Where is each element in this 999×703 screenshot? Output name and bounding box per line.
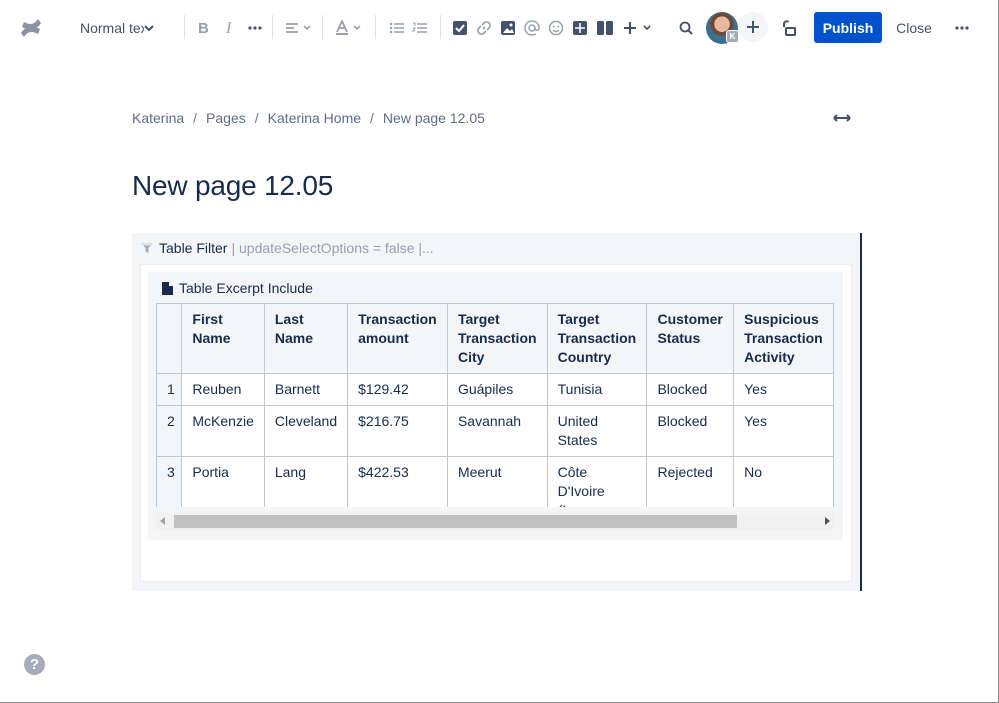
scrollbar-thumb[interactable]: [174, 515, 737, 528]
table-icon[interactable]: [570, 14, 590, 42]
table-cell: Blocked: [646, 373, 735, 406]
numbered-list-icon[interactable]: [410, 14, 430, 42]
table-cell: Meerut: [446, 456, 548, 507]
toolbar-divider: [184, 15, 185, 39]
breadcrumb-separator: /: [370, 110, 374, 126]
table-cell: Yes: [733, 405, 834, 457]
svg-text:I: I: [225, 20, 232, 36]
table-cell: Guápiles: [446, 373, 548, 406]
layouts-icon[interactable]: [594, 14, 616, 42]
table-row[interactable]: 1 Reuben Barnett $129.42 Guápiles Tunisi…: [156, 373, 834, 406]
data-table: First Name Last Name Transaction amount …: [156, 303, 834, 507]
breadcrumb-separator: /: [254, 110, 259, 126]
filter-icon: [141, 243, 153, 253]
table-cell: Rejected: [646, 456, 735, 507]
column-header[interactable]: First Name: [181, 303, 265, 374]
align-icon[interactable]: [284, 14, 314, 42]
breadcrumb-item-current[interactable]: New page 12.05: [383, 110, 485, 126]
table-cell: Yes: [733, 373, 834, 406]
confluence-logo-icon[interactable]: [18, 15, 44, 41]
bold-icon[interactable]: B: [194, 14, 214, 42]
horizontal-scrollbar[interactable]: [156, 513, 834, 530]
table-filter-header: Table Filter | updateSelectOptions = fal…: [140, 240, 434, 256]
table-cell: No: [733, 456, 834, 507]
row-number: 1: [156, 373, 183, 406]
row-number-header: [156, 303, 183, 374]
table-cell: Savannah: [446, 405, 548, 457]
table-excerpt-header: Table Excerpt Include: [162, 280, 313, 296]
text-style-label: Normal text: [80, 20, 144, 36]
toolbar-divider: [322, 15, 323, 39]
row-number: 3: [156, 456, 183, 507]
link-icon[interactable]: [474, 14, 494, 42]
column-header[interactable]: Customer Status: [646, 303, 735, 374]
page-title[interactable]: New page 12.05: [132, 170, 333, 202]
table-cell: $216.75: [347, 405, 448, 457]
mention-icon[interactable]: [522, 14, 542, 42]
table-row[interactable]: 3 Portia Lang $422.53 Meerut Côte D'Ivoi…: [156, 456, 834, 507]
table-excerpt-label: Table Excerpt Include: [179, 280, 313, 296]
italic-icon[interactable]: I: [220, 14, 240, 42]
column-header[interactable]: Target Transaction City: [446, 303, 548, 374]
column-header[interactable]: Last Name: [263, 303, 349, 374]
table-cell: Barnett: [263, 373, 349, 406]
breadcrumb-item-pages[interactable]: Pages: [206, 110, 246, 126]
table-cell: $129.42: [347, 373, 448, 406]
breadcrumb-item-home[interactable]: Katerina Home: [268, 110, 361, 126]
table-excerpt-macro[interactable]: Table Excerpt Include First Name Last Na…: [148, 272, 843, 540]
publish-button[interactable]: Publish: [814, 12, 882, 43]
chevron-down-icon: [144, 25, 154, 32]
image-icon[interactable]: [498, 14, 518, 42]
search-icon[interactable]: [676, 14, 696, 42]
toolbar-divider: [272, 15, 273, 39]
table-cell: Lang: [263, 456, 349, 507]
table-scroll-area[interactable]: First Name Last Name Transaction amount …: [156, 303, 834, 507]
task-icon[interactable]: [450, 14, 470, 42]
bullet-list-icon[interactable]: [387, 14, 407, 42]
more-formatting-icon[interactable]: [244, 14, 266, 42]
editor-toolbar: Normal text B I: [0, 0, 998, 56]
document-icon: [162, 281, 173, 295]
avatar-badge: K: [726, 30, 739, 43]
column-header[interactable]: Transaction amount: [347, 303, 448, 374]
table-cell: Portia: [181, 456, 265, 507]
table-cell: McKenzie: [181, 405, 265, 457]
table-cell: $422.53: [347, 456, 448, 507]
table-cell: Blocked: [646, 405, 735, 457]
close-button[interactable]: Close: [896, 12, 932, 43]
toolbar-divider: [440, 15, 441, 39]
text-color-icon[interactable]: [334, 14, 364, 42]
more-icon[interactable]: [951, 14, 973, 42]
toolbar-divider: [375, 15, 376, 39]
table-cell: Tunisia: [546, 373, 648, 406]
table-cell: Côte D'Ivoire (Ivory Coast): [546, 456, 648, 507]
scroll-right-arrow-icon[interactable]: [825, 517, 830, 525]
expand-width-icon[interactable]: [832, 110, 852, 126]
insert-icon[interactable]: [622, 14, 656, 42]
breadcrumb-item-space[interactable]: Katerina: [132, 110, 184, 126]
table-header-row: First Name Last Name Transaction amount …: [156, 303, 834, 374]
column-header[interactable]: Suspicious Transaction Activity: [733, 303, 834, 374]
scroll-left-arrow-icon[interactable]: [160, 517, 165, 525]
table-filter-body: Table Excerpt Include First Name Last Na…: [140, 264, 852, 582]
help-icon[interactable]: ?: [24, 654, 45, 675]
table-cell: Reuben: [181, 373, 265, 406]
column-header[interactable]: Target Transaction Country: [546, 303, 648, 374]
table-filter-macro[interactable]: Table Filter | updateSelectOptions = fal…: [132, 233, 862, 591]
breadcrumb-separator: /: [193, 110, 198, 126]
svg-text:B: B: [198, 20, 209, 36]
text-style-dropdown[interactable]: Normal text: [80, 17, 160, 39]
row-number: 2: [156, 405, 183, 457]
table-row[interactable]: 2 McKenzie Cleveland $216.75 Savannah Un…: [156, 405, 834, 457]
breadcrumb: Katerina / Pages / Katerina Home / New p…: [132, 110, 485, 126]
table-cell: United States: [546, 405, 648, 457]
restrictions-icon[interactable]: [778, 14, 800, 42]
table-cell: Cleveland: [263, 405, 349, 457]
table-filter-params: | updateSelectOptions = false |...: [231, 240, 434, 256]
invite-icon[interactable]: [738, 12, 768, 42]
table-filter-label: Table Filter: [159, 240, 228, 256]
emoji-icon[interactable]: [546, 14, 566, 42]
